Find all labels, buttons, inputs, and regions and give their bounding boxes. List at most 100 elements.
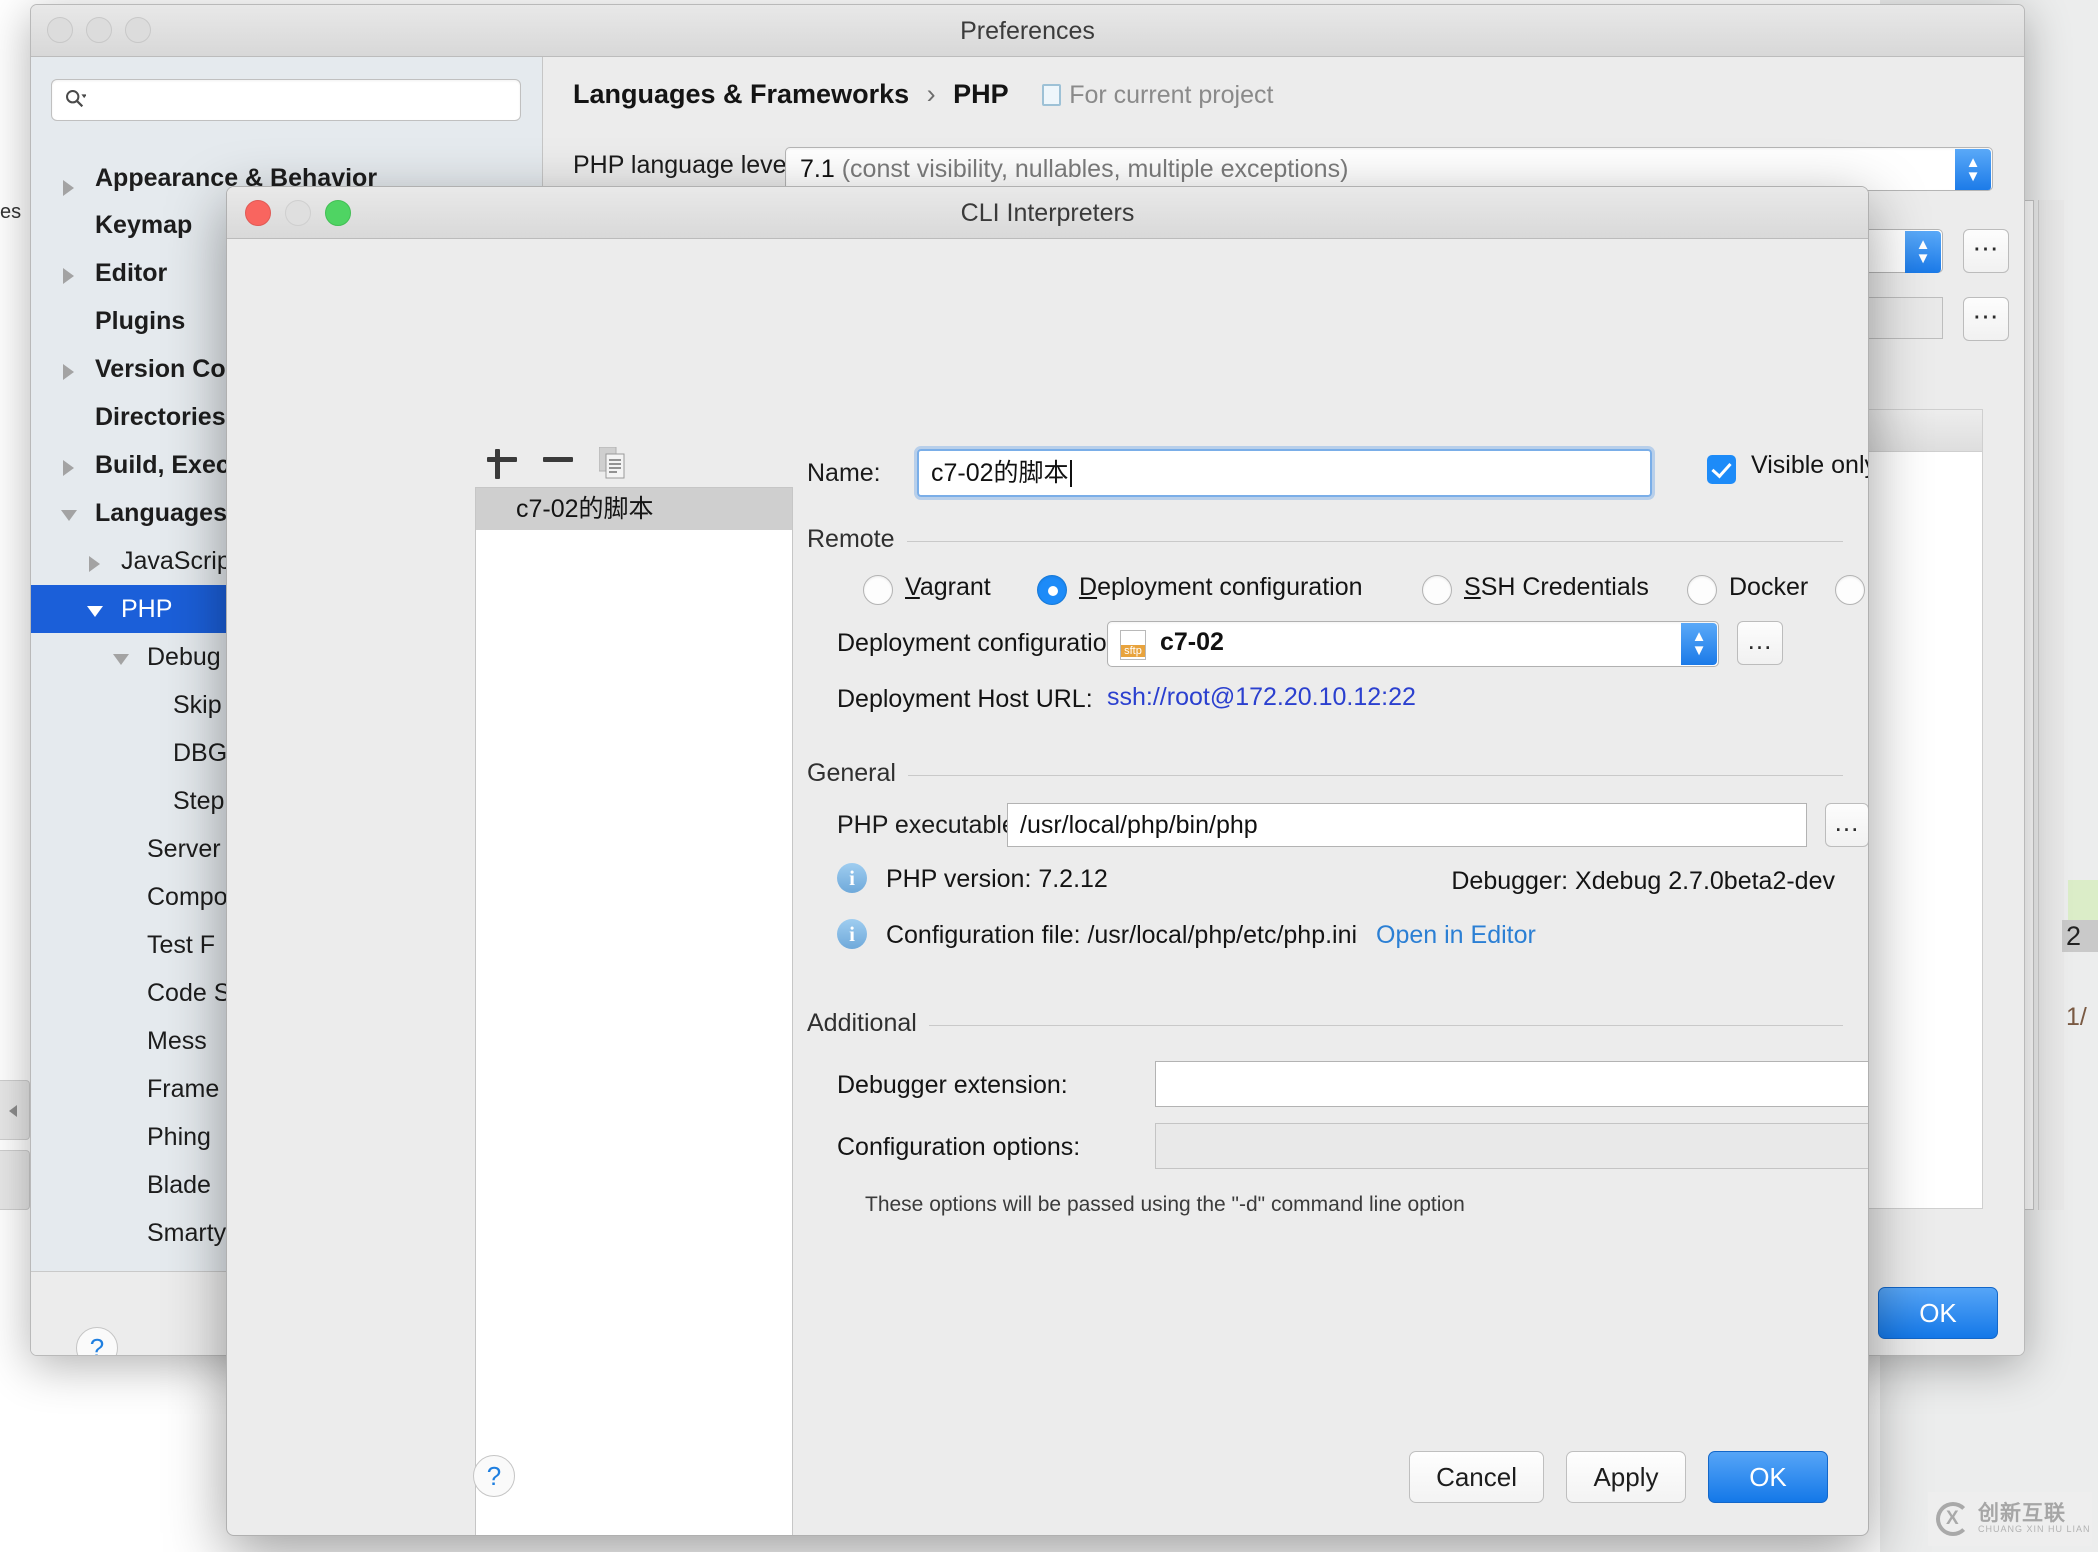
background-left-toolwindow-button-2[interactable] [0,1150,30,1210]
chevron-down-icon[interactable] [87,606,103,617]
radio-vagrant[interactable] [863,575,893,605]
ok-button[interactable]: OK [1708,1451,1828,1503]
preferences-titlebar: Preferences [31,5,2024,57]
copy-interpreter-button[interactable] [587,435,643,483]
sidebar-item-label: Smarty [147,1219,227,1247]
sidebar-item-label: Languages [95,499,227,527]
debugger-extension-label: Debugger extension: [837,1071,1068,1099]
name-input-value: c7-02的脚本 [931,459,1069,487]
watermark-logo-icon [1936,1502,1970,1536]
php-language-level-value: 7.1 [800,155,835,183]
configuration-options-hint: These options will be passed using the "… [865,1193,1465,1216]
deployment-configuration-select[interactable]: c7-02 ▲▼ [1107,621,1719,667]
php-executable-label: PHP executable: [837,811,1023,839]
background-fraction-text: 1/ [2066,1003,2087,1031]
sidebar-item-label: Editor [95,259,168,287]
sidebar-item-label: Frame [147,1075,220,1103]
deployment-browse-button[interactable]: ... [1737,621,1783,665]
chevron-right-icon[interactable] [63,364,74,380]
additional-group-body: Debugger extension: ... Configuration op… [807,1009,1868,1217]
chevron-down-icon[interactable] [113,654,129,665]
cli-interpreters-dialog: CLI Interpreters c7-02的脚本 Name: c7-02的脚本… [226,186,1869,1536]
background-browse-button[interactable]: ⋯ [1963,229,2009,273]
php-language-level-label: PHP language level: [573,151,800,179]
watermark-chinese-text: 创新互联 [1978,1502,2066,1526]
search-input[interactable] [51,79,521,121]
project-scope-icon [1042,84,1062,106]
sidebar-item-label: Mess [147,1027,207,1055]
background-gutter-strip [2038,200,2064,1210]
chevron-updown-icon-2[interactable]: ▲ ▼ [1905,231,1941,273]
php-language-level-row: PHP language level: 7.1 (const visibilit… [573,147,1993,191]
apply-button[interactable]: Apply [1566,1451,1686,1503]
chevron-updown-icon[interactable]: ▲ ▼ [1955,149,1991,190]
debugger-extension-row: Debugger extension: ... [807,1061,1868,1123]
sidebar-item-label: Code S [147,979,231,1007]
deployment-host-url-row: Deployment Host URL: ssh://root@172.20.1… [807,677,1843,733]
info-icon-2 [837,919,867,949]
radio-docker-label[interactable]: Docker [1729,573,1808,602]
radio-vagrant-label[interactable]: Vagrant [905,573,991,602]
radio-docker-compose[interactable] [1835,575,1865,605]
radio-ssh-credentials[interactable] [1422,575,1452,605]
name-input[interactable]: c7-02的脚本 [914,446,1655,500]
chevron-right-icon[interactable] [89,556,100,572]
sidebar-item-label: Version Co [95,355,226,383]
list-item[interactable]: c7-02的脚本 [476,488,792,530]
sftp-icon [1120,630,1146,660]
breadcrumb-root[interactable]: Languages & Frameworks [573,79,909,109]
breadcrumb-current: PHP [953,79,1009,109]
preferences-ok-button[interactable]: OK [1878,1287,1998,1339]
additional-group-title: Additional [807,1009,929,1038]
chevron-right-icon[interactable] [63,460,74,476]
background-browse-button-2[interactable]: ⋯ [1963,297,2009,341]
interpreter-list[interactable]: c7-02的脚本 [475,487,793,1535]
remote-radio-row: Vagrant Deployment configuration SSH Cre… [807,569,1865,621]
background-left-toolwindow-button[interactable] [0,1080,30,1140]
php-executable-browse-button[interactable]: ... [1825,803,1868,847]
configuration-options-input[interactable] [1155,1123,1868,1169]
watermark: 创新互联 CHUANG XIN HU LIAN [1928,1492,2092,1546]
radio-docker[interactable] [1687,575,1717,605]
text-caret [1069,460,1072,487]
chevron-down-icon[interactable] [61,510,77,521]
radio-deployment-configuration[interactable] [1037,575,1067,605]
scope-indicator: For current project [1042,81,1273,109]
sidebar-item-label: Build, Exec [95,451,230,479]
open-in-editor-link[interactable]: Open in Editor [1376,921,1536,949]
settings-search[interactable] [51,79,521,121]
php-language-level-detail: (const visibility, nullables, multiple e… [841,155,1349,183]
remote-group-divider [807,541,1843,542]
php-executable-row: PHP executable: /usr/local/php/bin/php .… [807,803,1868,863]
chevron-right-icon[interactable] [63,180,74,196]
additional-group: Additional Debugger extension: ... Confi… [807,1009,1868,1217]
remove-interpreter-button[interactable] [531,435,587,483]
chevron-updown-icon-3[interactable]: ▲ ▼ [1681,623,1717,665]
radio-ssh-credentials-label[interactable]: SSH Credentials [1464,573,1649,602]
name-row: Name: c7-02的脚本 Visible only for this pro… [807,446,1868,500]
sidebar-item-label: Step [173,787,225,815]
debugger-extension-input[interactable] [1155,1061,1868,1107]
breadcrumb-separator: › [926,79,936,109]
deployment-host-url-label: Deployment Host URL: [837,685,1093,713]
background-left-text: es [0,201,22,223]
deployment-host-url-value[interactable]: ssh://root@172.20.10.12:22 [1107,683,1416,712]
php-language-level-select[interactable]: 7.1 (const visibility, nullables, multip… [785,147,1993,191]
remote-group-body: Vagrant Deployment configuration SSH Cre… [807,525,1865,733]
visible-only-label: Visible only for this project [1751,451,1868,479]
radio-deployment-configuration-label[interactable]: Deployment configuration [1079,573,1363,602]
cli-dialog-title: CLI Interpreters [960,199,1135,227]
remote-group-title: Remote [807,525,907,554]
copy-icon [599,447,625,479]
chevron-right-icon[interactable] [63,268,74,284]
add-interpreter-button[interactable] [475,435,531,483]
deployment-configuration-label: Deployment configuration: [837,629,1128,657]
sidebar-item-label: Skip [173,691,222,719]
screen: 2 1/ es Preferences Appearance & Behavio… [0,0,2098,1552]
name-label: Name: [807,459,881,487]
breadcrumb: Languages & Frameworks › PHP For current… [573,79,1273,110]
checkbox-icon[interactable] [1707,455,1736,484]
cli-help-button[interactable]: ? [473,1455,515,1497]
cancel-button[interactable]: Cancel [1409,1451,1544,1503]
php-executable-input[interactable]: /usr/local/php/bin/php [1007,803,1807,847]
